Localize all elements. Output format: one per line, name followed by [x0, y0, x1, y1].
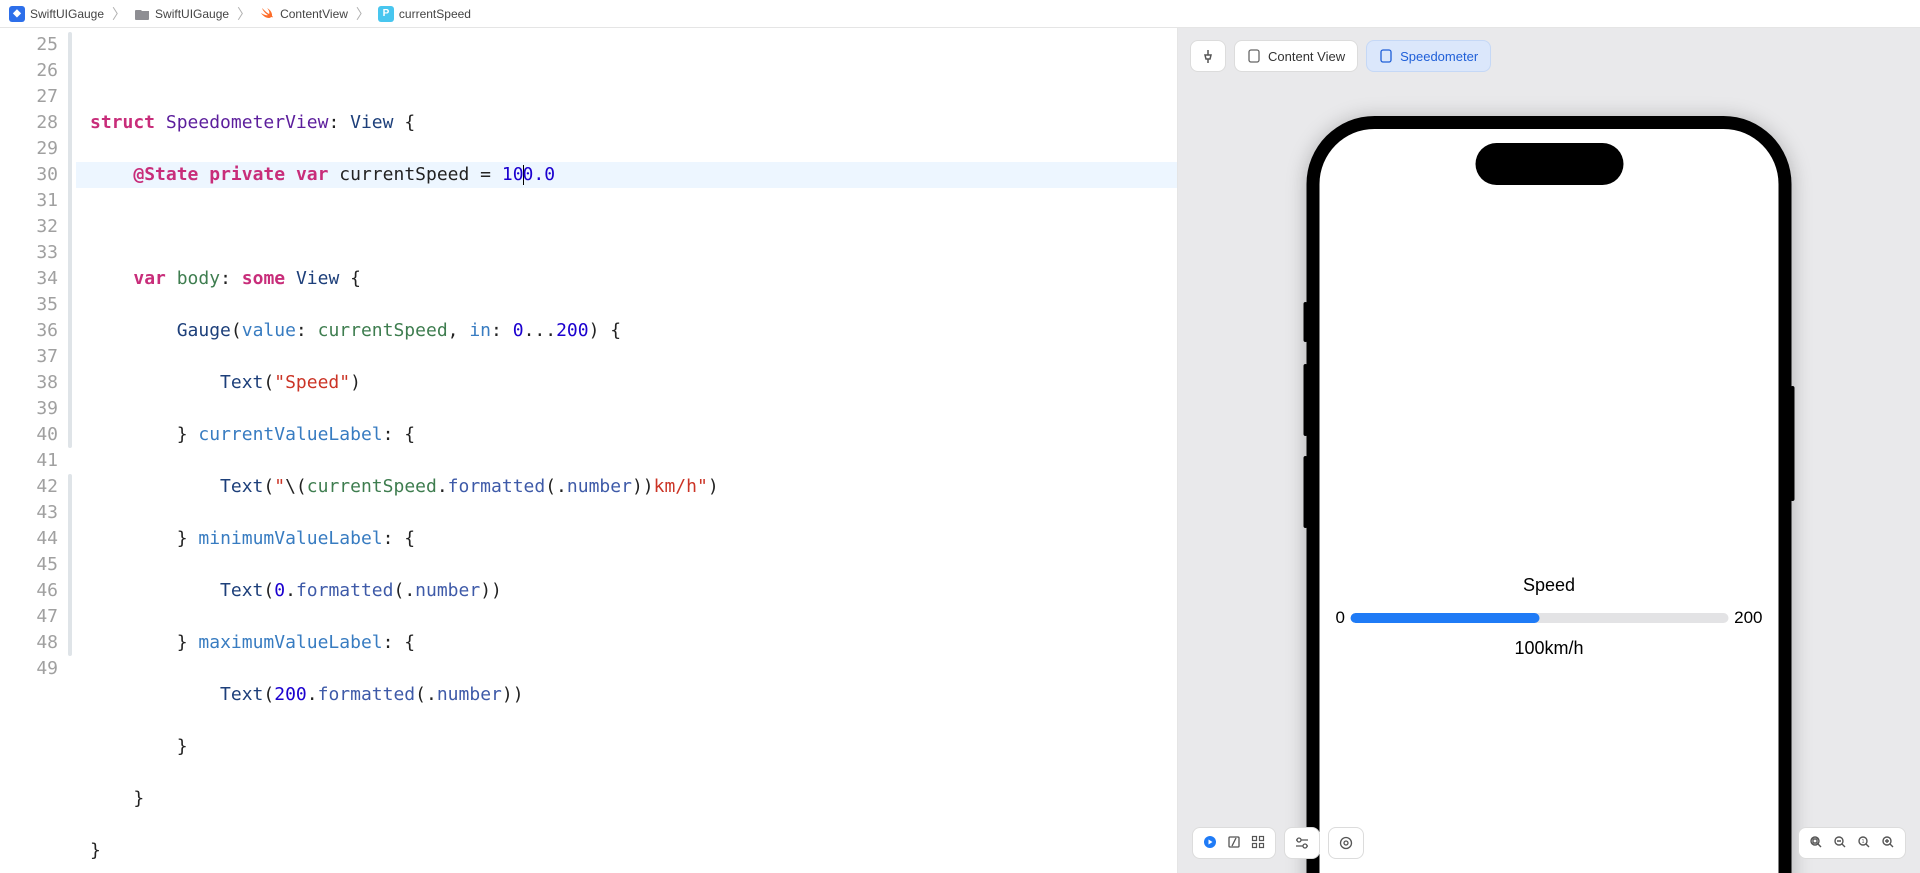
- gear-circle-icon: [1339, 836, 1353, 850]
- gauge-max-label: 200: [1734, 608, 1762, 628]
- iphone-mockup: Speed 0 200 100km/h: [1307, 116, 1792, 873]
- zoom-fit-icon[interactable]: 1: [1857, 835, 1871, 852]
- volume-down-button: [1304, 456, 1308, 528]
- breadcrumb-symbol-label: currentSpeed: [399, 7, 471, 21]
- gauge-label: Speed: [1336, 575, 1763, 596]
- gauge-current-label: 100km/h: [1336, 638, 1763, 659]
- breadcrumb-separator: 〉: [356, 4, 370, 24]
- selectable-icon[interactable]: [1227, 835, 1241, 852]
- line-gutter: 2526272829 3031323334 3536373839 4041424…: [0, 28, 68, 873]
- breadcrumb-separator: 〉: [112, 4, 126, 24]
- gauge: Speed 0 200 100km/h: [1336, 575, 1763, 659]
- preview-controls-pill: [1192, 827, 1276, 859]
- mute-switch: [1304, 302, 1308, 342]
- code-area[interactable]: struct SpeedometerView: View { @State pr…: [76, 28, 1177, 873]
- breadcrumb: ◆ SwiftUIGauge 〉 SwiftUIGauge 〉 ContentV…: [0, 0, 1920, 28]
- folder-icon: [134, 6, 150, 22]
- breadcrumb-project-label: SwiftUIGauge: [30, 7, 104, 21]
- zoom-in-icon[interactable]: [1881, 835, 1895, 852]
- breadcrumb-project[interactable]: ◆ SwiftUIGauge: [6, 4, 107, 24]
- breadcrumb-folder[interactable]: SwiftUIGauge: [131, 4, 232, 24]
- breadcrumb-file-label: ContentView: [280, 7, 348, 21]
- volume-up-button: [1304, 364, 1308, 436]
- device-settings-button[interactable]: [1284, 827, 1320, 859]
- preview-canvas: Content View Speedometer Speed 0: [1178, 28, 1920, 873]
- zoom-out-icon[interactable]: [1833, 835, 1847, 852]
- fold-ribbon: [68, 28, 76, 873]
- preview-chip-label: Content View: [1268, 49, 1345, 64]
- variants-icon[interactable]: [1251, 835, 1265, 852]
- pin-icon: [1201, 49, 1215, 63]
- zoom-controls-pill: 1: [1798, 827, 1906, 859]
- dynamic-island: [1475, 143, 1623, 185]
- zoom-out-full-icon[interactable]: [1809, 835, 1823, 852]
- source-editor[interactable]: 2526272829 3031323334 3536373839 4041424…: [0, 28, 1178, 873]
- device-icon: [1379, 49, 1393, 63]
- pin-preview-button[interactable]: [1190, 40, 1226, 72]
- side-button: [1791, 386, 1795, 501]
- preview-bottom-toolbar-left: [1192, 827, 1364, 859]
- sliders-icon: [1294, 836, 1310, 850]
- breadcrumb-symbol[interactable]: P currentSpeed: [375, 4, 474, 24]
- project-icon: ◆: [9, 6, 25, 22]
- property-icon: P: [378, 6, 394, 22]
- gauge-fill: [1351, 613, 1540, 623]
- play-icon[interactable]: [1203, 835, 1217, 852]
- breadcrumb-folder-label: SwiftUIGauge: [155, 7, 229, 21]
- preview-settings-button[interactable]: [1328, 827, 1364, 859]
- preview-chip-speedometer[interactable]: Speedometer: [1366, 40, 1491, 72]
- iphone-screen: Speed 0 200 100km/h: [1320, 129, 1779, 873]
- preview-toolbar: Content View Speedometer: [1190, 40, 1491, 72]
- breadcrumb-file[interactable]: ContentView: [256, 4, 351, 24]
- device-icon: [1247, 49, 1261, 63]
- gauge-track: [1351, 613, 1728, 623]
- gauge-min-label: 0: [1336, 608, 1345, 628]
- preview-chip-content-view[interactable]: Content View: [1234, 40, 1358, 72]
- breadcrumb-separator: 〉: [237, 4, 251, 24]
- preview-chip-label: Speedometer: [1400, 49, 1478, 64]
- swift-icon: [259, 6, 275, 22]
- preview-bottom-toolbar-right: 1: [1798, 827, 1906, 859]
- svg-text:1: 1: [1862, 839, 1865, 845]
